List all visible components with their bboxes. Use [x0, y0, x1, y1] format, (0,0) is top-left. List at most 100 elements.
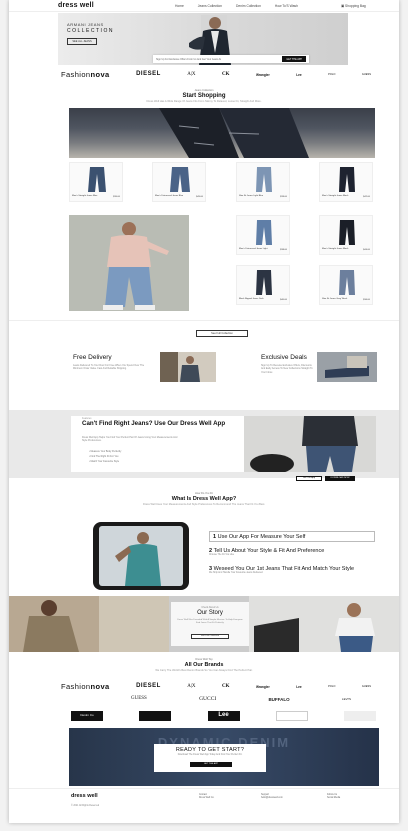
divider: [9, 320, 399, 321]
brand-gucci[interactable]: GUCCI: [199, 696, 216, 703]
footer-col-1: Contact Dress Well Co.: [199, 794, 214, 800]
brand-diesel[interactable]: DIESEL: [136, 683, 161, 691]
brand-lee[interactable]: Lee: [296, 685, 302, 689]
product-card[interactable]: Black Ripped Jeans Dark $40.00: [236, 265, 290, 305]
product-card[interactable]: Slim Fit Jeans Grey Wash $36.00: [319, 265, 373, 305]
brand-black-logo[interactable]: [139, 711, 172, 721]
brands-label: Dress Well Top: [195, 658, 213, 661]
footer-col-3: Follow Us Social Media: [327, 794, 340, 800]
footer-copyright: © 2021 All Rights Reserved: [71, 805, 100, 807]
product-name: Men's Distressed Jeans Blue: [155, 195, 184, 197]
brands-desc: We Carry The World's Best Denim Brands S…: [155, 669, 253, 672]
step-1-title: Use Our App For Measure Your Self: [217, 533, 306, 540]
site-logo[interactable]: dress well: [58, 2, 94, 11]
brand-armani-exchange[interactable]: A|X: [187, 72, 195, 78]
product-name: Slim Fit Jeans Grey Wash: [322, 298, 348, 300]
brand-wrangler[interactable]: Wrangler: [256, 73, 270, 77]
brand-armani-exchange[interactable]: A|X: [187, 684, 195, 690]
product-card[interactable]: Slim Fit Jeans Light Blue $39.00: [236, 162, 290, 202]
footer-col-1-text[interactable]: Dress Well Co.: [199, 797, 214, 800]
brand-guess[interactable]: GUESS: [362, 685, 371, 688]
model-photo: [69, 215, 189, 311]
brand-lee[interactable]: Lee: [296, 73, 302, 77]
product-price: $39.00: [280, 196, 287, 198]
footer-logo[interactable]: dress well: [71, 793, 98, 800]
download-now-button[interactable]: DOWNLOAD NOW: [325, 476, 355, 481]
shopping-bag-link[interactable]: ▣ Shopping Bag: [341, 4, 366, 8]
promo-get-app-button[interactable]: GET THE APP: [282, 56, 306, 62]
jeans-banner-image: [69, 108, 375, 158]
product-card[interactable]: Men's Distressed Jeans Light $38.00: [236, 215, 290, 255]
brand-calvin-klein[interactable]: CK: [222, 684, 230, 690]
brands-row-2: GUESS GUCCI BUFFALO LEVI'S: [131, 696, 351, 703]
product-name: Black Ripped Jeans Dark: [239, 298, 264, 300]
story-collection-button[interactable]: See Full Collection: [191, 634, 229, 639]
section-label: Jeans Collection: [194, 89, 214, 92]
brands-row-3: Denim Co Lee: [71, 711, 376, 721]
brand-lee-logo[interactable]: Lee: [207, 711, 240, 721]
how-title: What Is Dress Well App?: [171, 496, 237, 502]
jeans-legs-graphic: [159, 108, 309, 158]
brand-denim-co[interactable]: Denim Co: [71, 711, 103, 721]
brand-calvin-klein[interactable]: CK: [222, 72, 230, 78]
see-all-jeans-button[interactable]: SEE ALL JEANS: [67, 38, 97, 45]
brand-polo[interactable]: POLO: [328, 685, 335, 688]
nav-denim-collection[interactable]: Denim Collection: [236, 4, 261, 8]
brand-levis[interactable]: LEVI'S: [342, 697, 351, 702]
brand-guess[interactable]: GUESS: [131, 696, 147, 702]
product-price: $35.00: [113, 196, 120, 198]
brand-white-logo[interactable]: [275, 711, 308, 721]
product-name: Men's Straight Jeans Blue: [72, 195, 98, 197]
promo-text: Sign Up For Exclusive Offers From Us And…: [156, 57, 222, 61]
brand-diesel[interactable]: DIESEL: [136, 71, 161, 79]
step-3: 3 Weseed You Our 1st Jeans That Fit And …: [209, 566, 379, 575]
product-name: Men's Straight Jeans Black: [322, 195, 349, 197]
feature-desc-delivery: Jeans Delivered To Your Door For Free Wh…: [73, 364, 145, 371]
step-3-desc: We Ship And Handle Your Favourite Jeans …: [209, 572, 263, 575]
nav-jeans-collection[interactable]: Jeans Collection: [198, 4, 222, 8]
product-image: [88, 167, 106, 192]
promo-bar: Sign Up For Exclusive Offers From Us And…: [153, 55, 309, 63]
brand-wrangler[interactable]: Wrangler: [256, 685, 270, 689]
model-figure: [69, 215, 189, 311]
nav-how-to-wash[interactable]: How To'S Wash: [275, 4, 298, 8]
product-card[interactable]: Men's Straight Jeans Black $44.00: [319, 215, 373, 255]
brands-title: All Our Brands: [184, 662, 224, 668]
product-name: Slim Fit Jeans Light Blue: [239, 195, 264, 197]
product-price: $44.00: [363, 249, 370, 251]
product-card[interactable]: Men's Straight Jeans Black $42.00: [319, 162, 373, 202]
brand-buffalo[interactable]: BUFFALO: [268, 697, 289, 703]
get-the-app-button[interactable]: Get The App: [296, 476, 322, 481]
cta-desc: Download The Dress Well App Today And Fi…: [177, 754, 243, 756]
step-2-desc: Choose The Fit You Like: [209, 554, 234, 557]
product-card[interactable]: Men's Straight Jeans Blue $35.00: [69, 162, 123, 202]
story-title: Our Story: [197, 610, 223, 616]
hero-title: COLLECTION: [67, 28, 114, 34]
product-image: [256, 167, 272, 192]
brand-fashionnova[interactable]: Fashionnova: [61, 682, 110, 691]
footer-col-2: Support hello@dresswell.com: [261, 794, 283, 800]
brand-grey-logo[interactable]: [344, 711, 376, 721]
footer-col-2-text[interactable]: hello@dresswell.com: [261, 797, 283, 800]
product-price: $40.00: [280, 299, 287, 301]
app-photo-graphic: [244, 416, 376, 472]
footer-col-3-text[interactable]: Social Media: [327, 797, 340, 800]
brand-polo[interactable]: POLO: [328, 73, 335, 76]
brand-guess[interactable]: GUESS: [362, 73, 371, 76]
cta-get-app-button[interactable]: GET THE APP: [190, 762, 232, 767]
nav-home[interactable]: Home: [175, 4, 184, 8]
cta-title: READY TO GET START?: [175, 747, 245, 753]
how-label: How Do You Fit: [195, 492, 213, 495]
product-price: $38.00: [280, 249, 287, 251]
app-title: Can't Find Right Jeans? Use Our Dress We…: [82, 420, 226, 427]
feature-desc-deals: Sign Up To Receive Exclusive Offers, Dis…: [261, 364, 313, 374]
brand-fashionnova[interactable]: Fashionnova: [61, 70, 110, 79]
see-full-collection-button[interactable]: See Full Collection: [196, 330, 248, 337]
page: dress well Home Jeans Collection Denim C…: [9, 0, 399, 823]
app-bullet-3: • Match Your Favourite Style: [89, 460, 120, 463]
product-price: $36.00: [363, 299, 370, 301]
phone-mockup: [93, 522, 189, 590]
app-bullet-2: • Find The Right Fit For You: [89, 455, 119, 458]
product-card[interactable]: Men's Distressed Jeans Blue $45.00: [152, 162, 206, 202]
product-image: [339, 270, 355, 295]
